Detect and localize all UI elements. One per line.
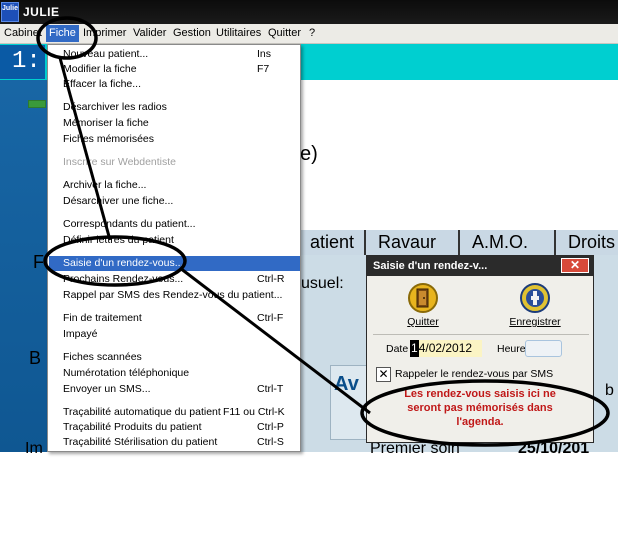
saisie-item-highlight-ellipse (43, 235, 187, 287)
screenshot-stage: Julie JULIE Cabinet Fiche Imprimer Valid… (0, 0, 640, 549)
annotation-overlay (36, 16, 610, 447)
fiche-menu-highlight-ellipse (36, 16, 98, 60)
message-highlight-ellipse (360, 379, 610, 447)
connector-line (58, 57, 112, 241)
connector-line (179, 266, 371, 415)
